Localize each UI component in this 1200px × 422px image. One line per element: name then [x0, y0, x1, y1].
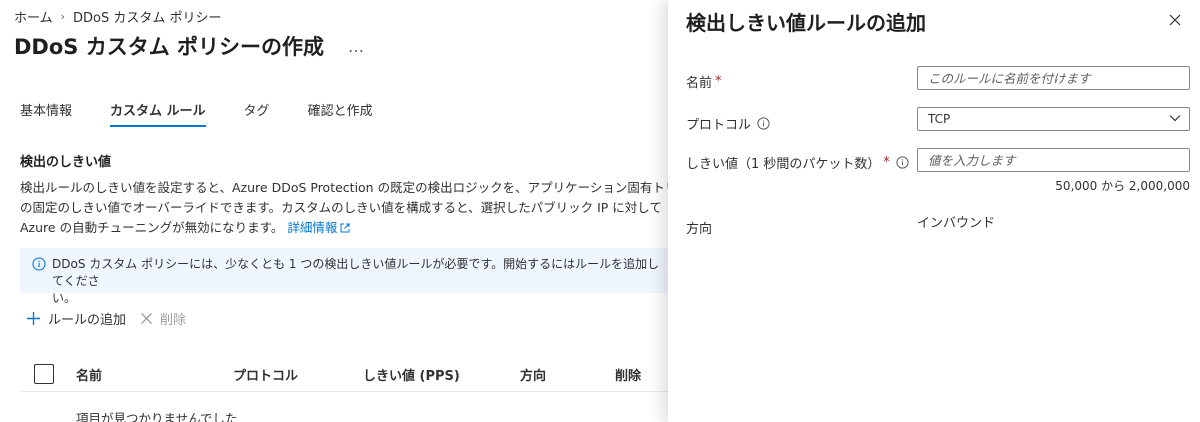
external-link-icon [340, 223, 350, 233]
column-header-direction[interactable]: 方向 [520, 365, 546, 384]
threshold-input[interactable] [917, 148, 1190, 172]
direction-label-text: 方向 [686, 222, 713, 237]
protocol-dropdown[interactable]: TCP [917, 107, 1190, 131]
threshold-range-hint: 50,000 から 2,000,000 [1055, 179, 1190, 193]
required-marker: * [715, 74, 722, 89]
info-icon[interactable] [896, 156, 909, 169]
rule-name-input[interactable] [917, 66, 1190, 90]
tab-bar: 基本情報 カスタム ルール タグ 確認と作成 [20, 100, 411, 127]
tab-review-create[interactable]: 確認と作成 [308, 100, 373, 127]
protocol-selected-value: TCP [928, 112, 951, 126]
section-title: 検出のしきい値 [20, 155, 112, 170]
toolbar: ルールの追加 削除 [26, 309, 200, 328]
description-line: の固定のしきい値でオーバーライドできます。カスタムのしきい値を構成すると、選択し… [20, 200, 662, 215]
info-icon [32, 257, 46, 271]
name-label: 名前 * [686, 72, 722, 91]
select-all-checkbox[interactable] [34, 364, 54, 384]
banner-line: DDoS カスタム ポリシーには、少なくとも 1 つの検出しきい値ルールが必要で… [52, 257, 660, 288]
column-header-protocol[interactable]: プロトコル [233, 365, 298, 384]
column-header-name[interactable]: 名前 [76, 365, 102, 384]
protocol-label: プロトコル [686, 114, 770, 133]
banner-text: DDoS カスタム ポリシーには、少なくとも 1 つの検出しきい値ルールが必要で… [32, 256, 668, 307]
name-label-text: 名前 [686, 76, 713, 91]
banner-line: い。 [52, 291, 77, 305]
chevron-down-icon [1169, 115, 1181, 122]
page-title: DDoS カスタム ポリシーの作成 [14, 35, 325, 59]
plus-icon [27, 312, 40, 325]
add-rule-button[interactable]: ルールの追加 [26, 309, 126, 328]
info-banner: DDoS カスタム ポリシーには、少なくとも 1 つの検出しきい値ルールが必要で… [20, 248, 668, 305]
add-rule-panel: 検出しきい値ルールの追加 名前* プロトコル TCP しきい値（1 秒間のパケッ… [668, 0, 1200, 422]
delete-label: 削除 [160, 313, 187, 328]
breadcrumb-home[interactable]: ホーム [14, 7, 53, 26]
close-icon [141, 313, 152, 324]
empty-table-message: 項目が見つかりませんでした [76, 411, 238, 422]
required-marker: * [883, 155, 890, 170]
panel-title: 検出しきい値ルールの追加 [686, 11, 926, 35]
threshold-label-text: しきい値（1 秒間のパケット数） [686, 157, 881, 172]
section-description: 検出ルールのしきい値を設定すると、Azure DDoS Protection の… [20, 178, 668, 238]
add-rule-label: ルールの追加 [48, 313, 127, 328]
protocol-label-text: プロトコル [686, 118, 752, 133]
breadcrumb: ホーム › DDoS カスタム ポリシー [14, 7, 222, 26]
tab-basics[interactable]: 基本情報 [20, 100, 72, 127]
column-header-threshold[interactable]: しきい値 (PPS) [363, 365, 460, 384]
close-icon[interactable] [1168, 13, 1182, 27]
table-header: 名前 プロトコル しきい値 (PPS) 方向 削除 [20, 358, 668, 392]
description-line: Azure の自動チューニングが無効になります。 詳細情報 [20, 218, 668, 238]
direction-label: 方向 [686, 218, 712, 237]
learn-more-link[interactable]: 詳細情報 [287, 220, 350, 235]
more-options-icon[interactable]: … [348, 37, 365, 56]
chevron-right-icon: › [60, 10, 66, 23]
delete-button[interactable]: 削除 [140, 309, 186, 328]
tab-tags[interactable]: タグ [244, 100, 270, 127]
column-header-delete[interactable]: 削除 [615, 365, 641, 384]
direction-value: インバウンド [917, 216, 996, 231]
learn-more-label: 詳細情報 [287, 220, 338, 235]
info-icon[interactable] [757, 117, 770, 130]
threshold-label: しきい値（1 秒間のパケット数） * [686, 153, 909, 172]
description-line: 検出ルールのしきい値を設定すると、Azure DDoS Protection の… [20, 180, 668, 195]
breadcrumb-current[interactable]: DDoS カスタム ポリシー [73, 7, 222, 26]
description-text: Azure の自動チューニングが無効になります。 [20, 220, 284, 235]
main-page: ホーム › DDoS カスタム ポリシー DDoS カスタム ポリシーの作成 …… [0, 0, 668, 422]
tab-custom-rules[interactable]: カスタム ルール [110, 100, 206, 127]
